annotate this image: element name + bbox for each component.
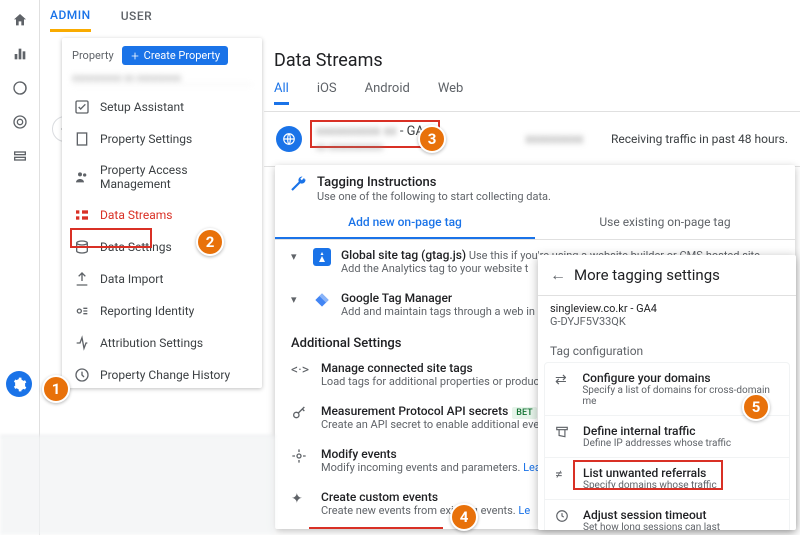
gear-icon [12, 377, 27, 392]
sidebar-item-data-import[interactable]: Data Import [62, 263, 262, 295]
history-icon [74, 367, 90, 383]
badge-1: 1 [42, 375, 70, 403]
sidebar-item-reporting-identity[interactable]: Reporting Identity [62, 295, 262, 327]
merge-icon: ⇄ [555, 372, 572, 388]
gtm-icon [313, 291, 331, 309]
plus-icon [130, 51, 140, 61]
clock-icon [555, 509, 573, 527]
sparkle-icon: ✦ [291, 491, 309, 507]
property-id-blurred: xxxxxxxxxx xx xxxxxxxxx [72, 73, 252, 85]
target-icon[interactable] [12, 114, 28, 130]
data-streams-icon [74, 207, 90, 223]
identity-icon [74, 303, 90, 319]
ds-tab-web[interactable]: Web [438, 81, 464, 105]
stream-name: xxxxxxxxxx xx - GA4 xx xxxxxxxxxxx [312, 122, 435, 156]
exclude-icon: ≠ [555, 467, 573, 483]
card-title: Tagging Instructions [317, 175, 551, 190]
reports-icon[interactable] [12, 46, 28, 62]
top-tabs: ADMIN USER [50, 0, 152, 32]
admin-gear-button[interactable] [6, 371, 32, 397]
globe-icon [276, 126, 302, 152]
modify-icon [291, 448, 309, 468]
subtab-add-new[interactable]: Add new on-page tag [275, 207, 535, 239]
tab-admin[interactable]: ADMIN [50, 0, 91, 32]
popup-property-id: G-DYJF5V33QK [550, 315, 784, 328]
badge-4: 4 [450, 503, 478, 531]
sidebar-item-setup-assistant[interactable]: Setup Assistant [62, 91, 262, 123]
popup-property-name: singleview.co.kr - GA4 [550, 302, 784, 315]
people-icon [74, 169, 90, 185]
upload-icon [74, 271, 90, 287]
wrench-icon [289, 175, 307, 198]
highlight-more-tagging [309, 527, 443, 529]
home-icon[interactable] [12, 12, 28, 28]
stream-status: Receiving traffic in past 48 hours. [611, 132, 788, 146]
tc-internal-traffic[interactable]: Define internal trafficDefine IP address… [545, 416, 789, 458]
sidebar-item-property-settings[interactable]: Property Settings [62, 123, 262, 155]
sidebar-item-property-access[interactable]: Property Access Management [62, 155, 262, 199]
page-title: Data Streams [274, 50, 800, 71]
property-label: Property [72, 49, 114, 62]
ds-tabs: All iOS Android Web [264, 75, 800, 112]
popup-title: More tagging settings [574, 266, 720, 284]
card-subtitle: Use one of the following to start collec… [317, 190, 551, 203]
sidebar-item-change-history[interactable]: Property Change History [62, 359, 262, 391]
check-icon [74, 99, 90, 115]
main-area: Data Streams All iOS Android Web xxxxxxx… [264, 38, 800, 167]
subtab-existing[interactable]: Use existing on-page tag [535, 207, 795, 239]
stream-row[interactable]: xxxxxxxxxx xx - GA4 xx xxxxxxxxxxx xxxxx… [264, 112, 800, 167]
property-panel: Property Create Property xxxxxxxxxx xx x… [62, 38, 262, 388]
key-icon [291, 405, 309, 425]
tab-user[interactable]: USER [121, 0, 152, 32]
arrow-left-icon[interactable]: ← [550, 265, 566, 285]
ds-tab-all[interactable]: All [274, 81, 289, 105]
filter-icon [555, 425, 573, 443]
learn-link[interactable]: Le [518, 504, 530, 517]
gtag-icon [313, 248, 331, 266]
create-property-button[interactable]: Create Property [122, 46, 228, 65]
code-icon: <·> [291, 362, 309, 378]
tag-config-heading: Tag configuration [538, 334, 796, 362]
ds-tab-ios[interactable]: iOS [317, 81, 337, 105]
badge-5: 5 [742, 393, 770, 421]
badge-3: 3 [418, 125, 446, 153]
page-icon [74, 131, 90, 147]
stream-id-blurred: xxxxxxxxx [525, 132, 583, 147]
highlight-data-streams [70, 228, 152, 248]
sidebar-item-data-streams[interactable]: Data Streams [62, 199, 262, 231]
tc-session-timeout[interactable]: Adjust session timeoutSet how long sessi… [545, 500, 789, 530]
attribution-icon [74, 335, 90, 351]
sidebar-item-attribution-settings[interactable]: Attribution Settings [62, 327, 262, 359]
background-blur [0, 435, 275, 535]
tc-unwanted-referrals[interactable]: ≠ List unwanted referralsSpecify domains… [545, 458, 789, 500]
library-icon[interactable] [12, 148, 28, 164]
chevron-down-icon: ▾ [291, 250, 303, 263]
ds-tab-android[interactable]: Android [365, 81, 410, 105]
explore-icon[interactable] [12, 80, 28, 96]
chevron-down-icon: ▾ [291, 293, 303, 306]
highlight-unwanted-referrals [573, 460, 723, 490]
badge-2: 2 [196, 228, 224, 256]
